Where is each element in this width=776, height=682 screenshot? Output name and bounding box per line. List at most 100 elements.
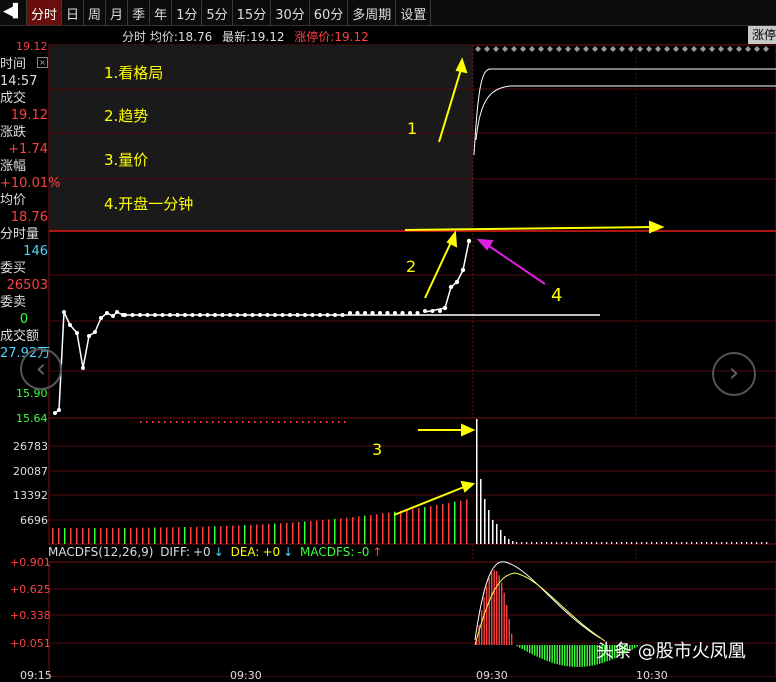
- auction-point: [130, 313, 135, 317]
- volume-bar: [716, 542, 718, 544]
- volume-bar: [631, 542, 633, 544]
- macd-bar: [564, 645, 566, 666]
- macd-bar: [516, 645, 518, 647]
- auction-point: [198, 313, 202, 317]
- macd-bar: [496, 571, 498, 645]
- macd-bar: [554, 645, 556, 664]
- volume-tick: [224, 421, 226, 423]
- dea-value: +0: [262, 545, 281, 559]
- volume-tick: [284, 421, 286, 423]
- chevron-right-icon[interactable]: ›: [712, 352, 756, 396]
- auction-point: [310, 313, 315, 317]
- volume-bar: [576, 542, 578, 544]
- auction-point: [53, 411, 57, 415]
- macd-bar: [586, 645, 588, 667]
- volume-bar: [388, 512, 390, 544]
- auction-point: [62, 310, 66, 314]
- volume-bar: [400, 510, 402, 544]
- close-icon[interactable]: ×: [37, 57, 48, 68]
- volume-tick: [212, 421, 214, 423]
- volume-tick: [302, 421, 304, 423]
- auction-point: [273, 313, 277, 317]
- price-axis-top: 19.12: [16, 40, 48, 53]
- volume-bar: [751, 542, 753, 544]
- macd-bar: [589, 645, 591, 667]
- volume-tick: [152, 421, 154, 423]
- volume-bar: [621, 542, 623, 544]
- time-value: 14:57: [0, 74, 38, 89]
- volume-bar: [656, 542, 658, 544]
- volume-bar: [641, 542, 643, 544]
- volume-bar: [500, 530, 502, 544]
- auction-point: [250, 313, 255, 317]
- auction-point: [415, 311, 420, 315]
- volume-bar: [148, 527, 150, 544]
- auction-point: [348, 311, 352, 315]
- avgp-label: 均价: [0, 193, 27, 208]
- macd-bar: [539, 645, 541, 658]
- volume-bar: [94, 527, 96, 544]
- volume-tick: [188, 421, 190, 423]
- volume-bar: [226, 525, 228, 544]
- volume-bar: [358, 516, 360, 544]
- volume-bar: [208, 526, 210, 544]
- auction-point: [378, 311, 382, 315]
- volume-tick: [164, 421, 166, 423]
- pct-value: +10.01%: [0, 176, 61, 191]
- auction-point: [318, 313, 322, 317]
- macd-axis-2: +0.625: [10, 583, 51, 596]
- volume-bar: [262, 524, 264, 544]
- price-axis-bottom: 15.64: [16, 412, 48, 425]
- marker-4: 4: [551, 285, 563, 306]
- volume-bar: [508, 539, 510, 544]
- volume-bar: [521, 542, 523, 544]
- volume-bar: [82, 527, 84, 544]
- macd-bar: [584, 645, 586, 667]
- marker-3: 3: [372, 440, 383, 459]
- marker-2: 2: [406, 257, 417, 276]
- volume-bar: [606, 542, 608, 544]
- volume-bar: [492, 520, 494, 544]
- volume-bar: [220, 526, 222, 544]
- macd-bar: [483, 597, 485, 645]
- time-axis-1: 09:15: [20, 669, 52, 682]
- auction-point: [400, 311, 405, 315]
- down-arrow-icon: ↓: [213, 545, 224, 559]
- volume-bar: [88, 527, 90, 544]
- auction-point: [213, 313, 217, 317]
- macd-bar: [556, 645, 558, 665]
- volume-bar: [250, 524, 252, 544]
- volume-bar: [394, 511, 396, 544]
- volume-bar: [551, 542, 553, 544]
- volume-bar: [238, 525, 240, 544]
- macd-bar: [534, 645, 536, 656]
- volume-bar: [430, 506, 432, 544]
- chevron-left-icon[interactable]: ‹: [20, 348, 62, 390]
- volume-bar: [232, 525, 234, 544]
- volume-bar: [736, 542, 738, 544]
- change-label: 涨跌: [0, 125, 27, 140]
- volume-bar: [556, 542, 558, 544]
- volume-bar: [701, 542, 703, 544]
- volume-bar: [676, 542, 678, 544]
- volume-tick: [314, 421, 316, 423]
- vol-label: 分时量: [0, 227, 40, 242]
- macd-axis-3: +0.338: [10, 609, 51, 622]
- auction-point: [115, 310, 119, 314]
- auction-point: [325, 313, 330, 317]
- note-volume-price: 3.量价: [104, 151, 149, 169]
- volume-bar: [696, 542, 698, 544]
- volume-bar: [70, 527, 72, 544]
- volume-tick: [290, 421, 292, 423]
- volume-bar: [340, 518, 342, 544]
- volume-bar: [480, 479, 482, 544]
- volume-bar: [202, 526, 204, 544]
- volume-bar: [442, 503, 444, 544]
- auction-point: [105, 311, 109, 315]
- auction-point: [81, 366, 85, 370]
- bid-value: 26503: [6, 278, 48, 293]
- volume-bar: [591, 542, 593, 544]
- auction-point: [183, 313, 187, 317]
- volume-bar: [64, 527, 66, 544]
- macd-bar: [511, 633, 513, 645]
